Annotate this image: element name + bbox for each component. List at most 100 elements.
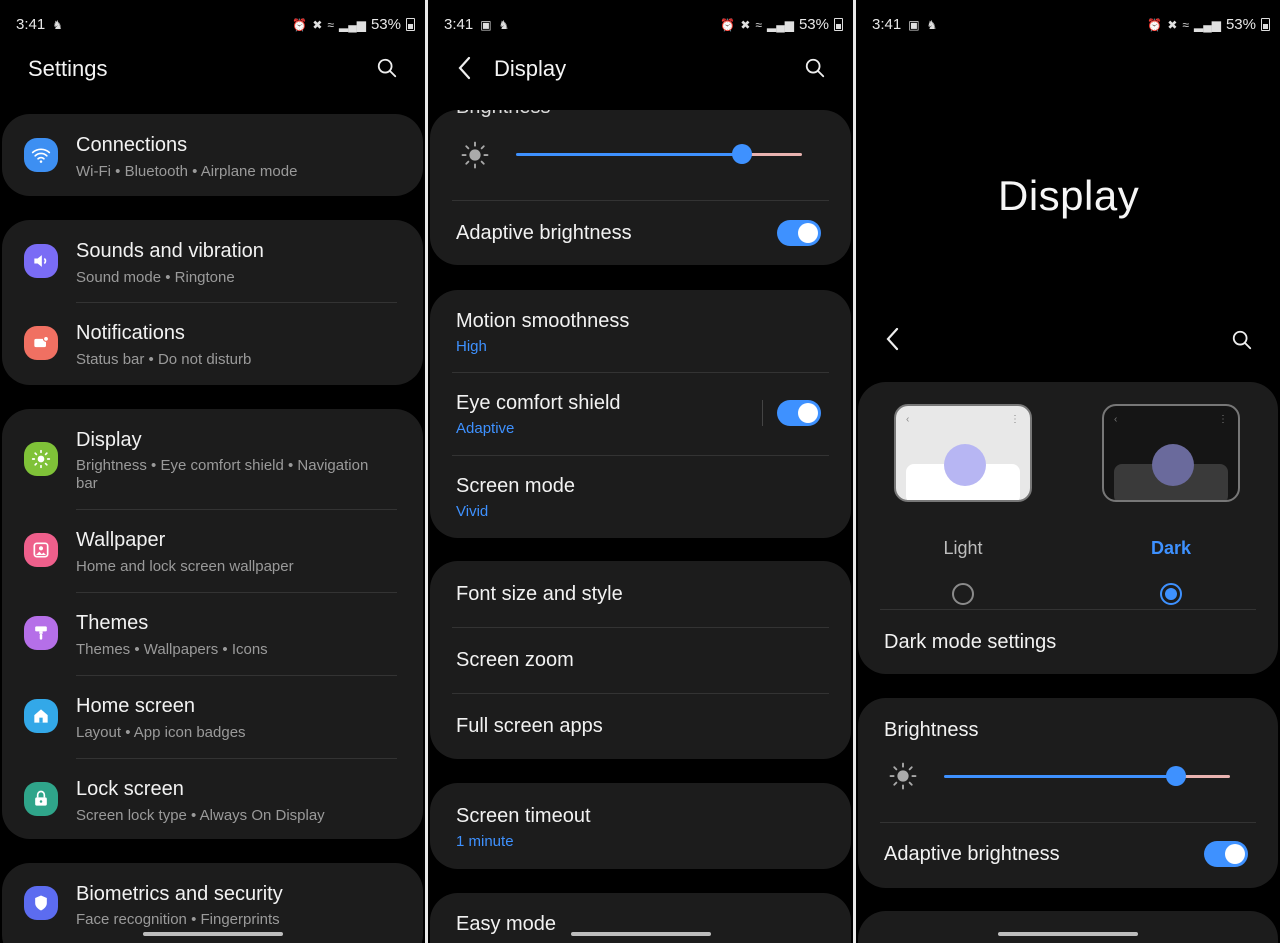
- screen-timeout-card: Screen timeout 1 minute: [430, 783, 851, 869]
- item-subtitle: Sound mode • Ringtone: [76, 269, 235, 286]
- slider-thumb[interactable]: [732, 144, 752, 164]
- home-indicator[interactable]: [570, 932, 711, 936]
- item-subtitle: Wi-Fi • Bluetooth • Airplane mode: [76, 163, 298, 180]
- settings-item-themes[interactable]: Themes Themes • Wallpapers • Icons: [2, 593, 423, 675]
- item-title: Connections: [76, 134, 188, 156]
- screen-mode-value: Vivid: [456, 503, 489, 520]
- settings-item-lock-screen[interactable]: Lock screen Screen lock type • Always On…: [2, 759, 423, 839]
- home-indicator[interactable]: [142, 932, 283, 936]
- dark-mode-option[interactable]: ‹ ⋮ Dark: [1102, 404, 1244, 605]
- adaptive-brightness-row[interactable]: Adaptive brightness: [430, 201, 851, 265]
- notification-status-icon: ♞: [52, 17, 63, 32]
- font-size-row[interactable]: Font size and style: [430, 561, 851, 627]
- display-options-card: Motion smoothness High Eye comfort shiel…: [430, 290, 851, 538]
- settings-screen: 3:41 ♞ ⏰ ✖ ≈ ▂▄▆ 53% Settings Connections…: [0, 0, 425, 943]
- screen-mode-row[interactable]: Screen mode Vivid: [430, 456, 851, 538]
- light-mode-option[interactable]: ‹ ⋮ Light: [894, 404, 1036, 605]
- display-group-card: Display Brightness • Eye comfort shield …: [2, 409, 423, 839]
- font-size-label: Font size and style: [456, 583, 623, 605]
- settings-item-wallpaper[interactable]: Wallpaper Home and lock screen wallpaper: [2, 510, 423, 592]
- screen-mode-label: Screen mode: [456, 475, 575, 497]
- eye-comfort-toggle[interactable]: [777, 400, 821, 426]
- brightness-slider[interactable]: [944, 766, 1230, 786]
- screen-zoom-row[interactable]: Screen zoom: [430, 628, 851, 694]
- page-title: Display: [998, 172, 1140, 219]
- item-title: Lock screen: [76, 778, 184, 800]
- display-mode-screen: 3:41 ▣ ♞ ⏰ ✖ ≈ ▂▄▆ 53% Display ‹ ⋮ Light: [856, 0, 1280, 943]
- dark-radio[interactable]: [1160, 583, 1182, 605]
- settings-item-sounds[interactable]: Sounds and vibration Sound mode • Ringto…: [2, 220, 423, 302]
- settings-item-connections[interactable]: Connections Wi-Fi • Bluetooth • Airplane…: [2, 114, 423, 196]
- full-screen-apps-row[interactable]: Full screen apps: [430, 694, 851, 759]
- brightness-slider[interactable]: [516, 144, 802, 164]
- back-arrow-icon[interactable]: [884, 326, 902, 352]
- back-arrow-icon[interactable]: [456, 55, 474, 81]
- status-time: 3:41: [444, 16, 474, 33]
- preview-back-icon: ‹: [1114, 414, 1118, 425]
- status-bar: 3:41 ▣ ♞ ⏰ ✖ ≈ ▂▄▆ 53%: [428, 14, 853, 36]
- slider-thumb[interactable]: [1166, 766, 1186, 786]
- search-icon[interactable]: [804, 57, 826, 79]
- settings-item-display[interactable]: Display Brightness • Eye comfort shield …: [2, 409, 423, 509]
- battery-icon: [834, 18, 843, 31]
- sun-icon: [24, 442, 58, 476]
- status-time: 3:41: [872, 16, 902, 33]
- settings-item-biometrics[interactable]: Biometrics and security Face recognition…: [2, 863, 423, 943]
- signal-icon: ▂▄▆: [767, 17, 794, 32]
- item-title: Notifications: [76, 322, 185, 344]
- search-icon[interactable]: [376, 57, 398, 79]
- full-screen-apps-label: Full screen apps: [456, 715, 603, 737]
- wifi-icon: [24, 138, 58, 172]
- light-radio[interactable]: [952, 583, 974, 605]
- search-icon[interactable]: [1231, 329, 1253, 351]
- motion-smoothness-label: Motion smoothness: [456, 310, 630, 332]
- eye-comfort-value: Adaptive: [456, 420, 515, 437]
- adaptive-brightness-toggle[interactable]: [777, 220, 821, 246]
- brightness-sun-icon: [461, 141, 489, 169]
- settings-item-home-screen[interactable]: Home screen Layout • App icon badges: [2, 676, 423, 758]
- brush-icon: [24, 616, 58, 650]
- eye-comfort-row[interactable]: Eye comfort shield Adaptive: [430, 373, 851, 455]
- preview-circle: [1152, 444, 1194, 486]
- adaptive-brightness-toggle[interactable]: [1204, 841, 1248, 867]
- dark-label: Dark: [1150, 538, 1192, 558]
- item-title: Home screen: [76, 695, 195, 717]
- mute-icon: ✖: [740, 17, 751, 32]
- motion-smoothness-row[interactable]: Motion smoothness High: [430, 290, 851, 372]
- biometrics-card: Biometrics and security Face recognition…: [2, 863, 423, 943]
- item-subtitle: Brightness • Eye comfort shield • Naviga…: [76, 457, 369, 474]
- wifi-status-icon: ≈: [1182, 17, 1189, 32]
- battery-icon: [1261, 18, 1270, 31]
- item-title: Sounds and vibration: [76, 240, 264, 262]
- wifi-status-icon: ≈: [755, 17, 762, 32]
- page-title: Display: [494, 56, 567, 81]
- adaptive-brightness-label: Adaptive brightness: [884, 843, 1060, 865]
- item-subtitle: Home and lock screen wallpaper: [76, 558, 294, 575]
- theme-mode-card: ‹ ⋮ Light ‹ ⋮ Dark Dark mode settings: [858, 382, 1278, 674]
- adaptive-brightness-row[interactable]: Adaptive brightness: [858, 823, 1278, 888]
- font-card: Font size and style Screen zoom Full scr…: [430, 561, 851, 759]
- screen-timeout-row[interactable]: Screen timeout 1 minute: [430, 783, 851, 869]
- gallery-status-icon: ▣: [480, 17, 492, 32]
- adaptive-brightness-label: Adaptive brightness: [456, 222, 632, 244]
- dark-mode-settings-row[interactable]: Dark mode settings: [858, 610, 1278, 674]
- brightness-label: Brightness: [456, 110, 551, 119]
- battery-icon: [406, 18, 415, 31]
- alarm-icon: ⏰: [720, 17, 736, 32]
- brightness-card: Brightness Adaptive brightness: [430, 110, 851, 265]
- status-bar: 3:41 ▣ ♞ ⏰ ✖ ≈ ▂▄▆ 53%: [856, 14, 1280, 36]
- item-subtitle: Status bar • Do not disturb: [76, 351, 252, 368]
- brightness-sun-icon: [889, 762, 917, 790]
- slider-fill: [944, 775, 1176, 778]
- shield-icon: [24, 886, 58, 920]
- item-title: Wallpaper: [76, 529, 166, 551]
- slider-fill: [516, 153, 742, 156]
- settings-item-notifications[interactable]: Notifications Status bar • Do not distur…: [2, 303, 423, 385]
- light-preview: ‹ ⋮: [894, 404, 1032, 502]
- status-bar: 3:41 ♞ ⏰ ✖ ≈ ▂▄▆ 53%: [0, 14, 425, 36]
- home-indicator[interactable]: [998, 932, 1138, 936]
- item-title: Display: [76, 429, 142, 451]
- mute-icon: ✖: [1167, 17, 1178, 32]
- easy-mode-label: Easy mode: [456, 913, 557, 935]
- image-icon: [24, 533, 58, 567]
